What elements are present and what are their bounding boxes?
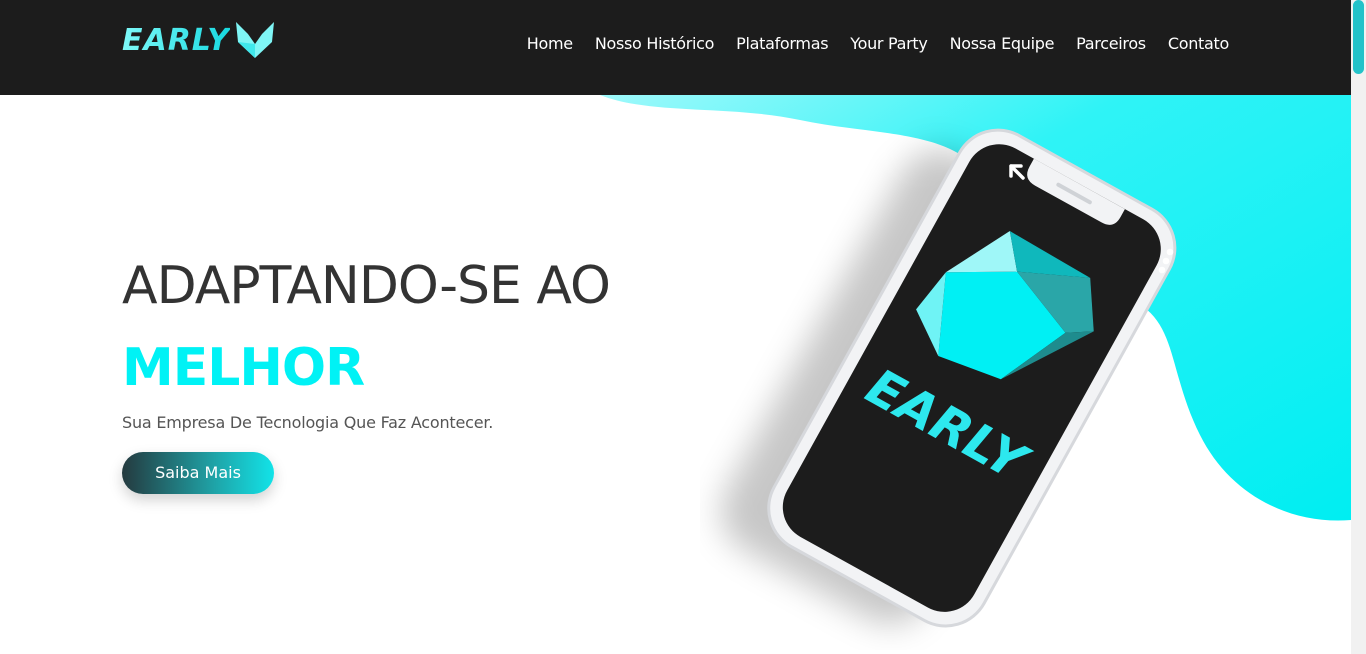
- nav-link-plataformas[interactable]: Plataformas: [736, 34, 828, 53]
- scrollbar-thumb[interactable]: [1353, 0, 1364, 74]
- fox-logo-icon: [235, 22, 274, 58]
- hero-tagline: Sua Empresa De Tecnologia Que Faz Aconte…: [122, 413, 494, 432]
- saiba-mais-button[interactable]: Saiba Mais: [122, 452, 274, 494]
- nav-link-home[interactable]: Home: [527, 34, 573, 53]
- page-scrollbar[interactable]: [1351, 0, 1366, 654]
- brand-logo-text: EARLY: [122, 22, 230, 58]
- nav-link-historico[interactable]: Nosso Histórico: [595, 34, 715, 53]
- hero-headline-accent: MELHOR: [122, 338, 365, 398]
- nav-link-your-party[interactable]: Your Party: [850, 34, 928, 53]
- nav-link-equipe[interactable]: Nossa Equipe: [950, 34, 1055, 53]
- nav-link-contato[interactable]: Contato: [1168, 34, 1229, 53]
- hero-headline: ADAPTANDO-SE AO: [122, 256, 611, 316]
- brand-logo[interactable]: EARLY: [122, 18, 298, 62]
- nav-link-parceiros[interactable]: Parceiros: [1076, 34, 1146, 53]
- top-navbar: EARLY Home Nosso Histórico Plataformas Y…: [0, 0, 1351, 95]
- main-nav: Home Nosso Histórico Plataformas Your Pa…: [505, 34, 1230, 53]
- hero-section: ADAPTANDO-SE AO MELHOR Sua Empresa De Te…: [122, 255, 611, 494]
- phone-mockup: EARLY: [720, 128, 1177, 628]
